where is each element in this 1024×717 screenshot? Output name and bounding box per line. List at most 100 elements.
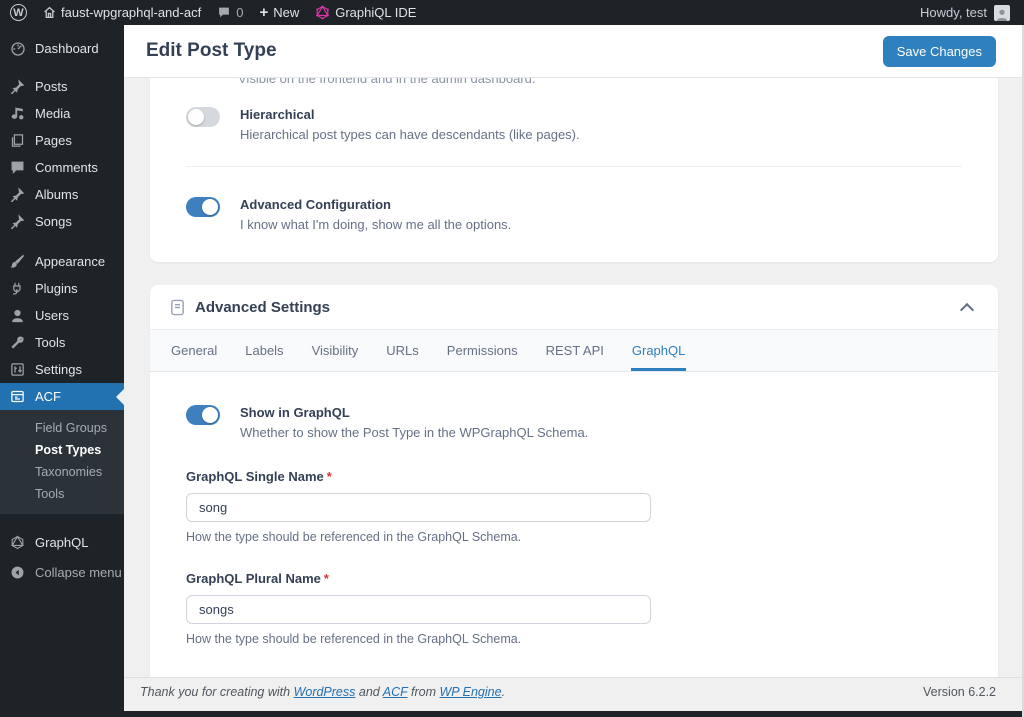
site-name-label: faust-wpgraphql-and-acf	[61, 5, 202, 20]
howdy-menu[interactable]: Howdy, test	[920, 5, 987, 20]
sidebar-item-settings[interactable]: Settings	[0, 356, 124, 383]
pin-icon	[9, 214, 26, 229]
hierarchical-toggle[interactable]	[186, 107, 220, 127]
advanced-configuration-toggle[interactable]	[186, 197, 220, 217]
graphql-plural-name-field: GraphQL Plural Name* How the type should…	[186, 571, 962, 646]
graphql-single-name-input[interactable]	[186, 493, 651, 522]
required-asterisk: *	[326, 469, 332, 484]
chevron-up-icon[interactable]	[959, 302, 975, 317]
submenu-item-taxonomies[interactable]: Taxonomies	[0, 461, 124, 483]
sidebar-item-collapse-menu[interactable]: Collapse menu	[0, 559, 124, 586]
submenu-item-tools[interactable]: Tools	[0, 483, 124, 505]
settings-icon	[9, 362, 26, 377]
tab-permissions[interactable]: Permissions	[446, 330, 519, 371]
sidebar-item-songs[interactable]: Songs	[0, 208, 124, 235]
sidebar-item-albums[interactable]: Albums	[0, 181, 124, 208]
sidebar-item-comments[interactable]: Comments	[0, 154, 124, 181]
comment-icon	[219, 7, 230, 18]
divider	[186, 166, 962, 167]
sidebar-item-label: Users	[35, 308, 69, 323]
media-icon	[9, 106, 26, 121]
hierarchical-description: Hierarchical post types can have descend…	[240, 127, 580, 142]
tab-rest-api[interactable]: REST API	[545, 330, 605, 371]
sidebar-item-label: Tools	[35, 335, 66, 350]
new-content-menu[interactable]: + New	[259, 5, 299, 20]
sidebar-item-label: Collapse menu	[35, 565, 122, 580]
home-icon	[44, 6, 55, 19]
sidebar-item-label: Albums	[35, 187, 79, 202]
sidebar-item-acf[interactable]: ACF	[0, 383, 124, 410]
sidebar-item-tools[interactable]: Tools	[0, 329, 124, 356]
sidebar-item-appearance[interactable]: Appearance	[0, 248, 124, 275]
sidebar-item-posts[interactable]: Posts	[0, 73, 124, 100]
acf-link[interactable]: ACF	[383, 685, 408, 699]
advanced-configuration-description: I know what I'm doing, show me all the o…	[240, 217, 512, 232]
sidebar-item-label: Media	[35, 106, 71, 121]
comments-icon	[9, 160, 26, 175]
dashboard-icon	[9, 41, 26, 57]
plugins-icon	[9, 281, 26, 296]
advanced-settings-header[interactable]: Advanced Settings	[150, 285, 998, 329]
tab-labels[interactable]: Labels	[244, 330, 284, 371]
wordpress-logo-menu[interactable]: W	[10, 4, 27, 21]
graphql-single-name-label: GraphQL Single Name *	[186, 469, 332, 484]
wpengine-link[interactable]: WP Engine	[440, 685, 502, 699]
sidebar-item-label: Plugins	[35, 281, 78, 296]
footer-thanks: Thank you for creating with WordPress an…	[140, 685, 506, 699]
graphiql-label: GraphiQL IDE	[335, 5, 417, 20]
tools-icon	[9, 335, 26, 350]
page-header: Edit Post Type Save Changes	[124, 25, 1022, 78]
sidebar-item-users[interactable]: Users	[0, 302, 124, 329]
comments-count: 0	[236, 5, 244, 20]
sidebar-item-label: Songs	[35, 214, 72, 229]
sidebar-item-plugins[interactable]: Plugins	[0, 275, 124, 302]
hierarchical-label: Hierarchical	[240, 107, 315, 122]
sidebar-item-pages[interactable]: Pages	[0, 127, 124, 154]
graphiql-ide-menu[interactable]: GraphiQL IDE	[315, 5, 416, 20]
submenu-item-post-types[interactable]: Post Types	[0, 439, 124, 461]
wordpress-link[interactable]: WordPress	[294, 685, 356, 699]
advanced-settings-card: Advanced Settings General Labels Visibil…	[150, 285, 998, 683]
sidebar-item-graphql[interactable]: GraphQL	[0, 529, 124, 556]
tab-urls[interactable]: URLs	[385, 330, 420, 371]
sidebar-item-label: Settings	[35, 362, 82, 377]
graphql-single-name-help: How the type should be referenced in the…	[186, 530, 522, 544]
users-icon	[9, 308, 26, 323]
advanced-configuration-label: Advanced Configuration	[240, 197, 391, 212]
document-settings-icon	[171, 299, 184, 316]
clipped-public-description: Visible on the frontend and in the admin…	[238, 78, 536, 86]
collapse-menu-icon	[9, 565, 26, 580]
show-in-graphql-row: Show in GraphQL Whether to show the Post…	[186, 405, 962, 440]
tab-general[interactable]: General	[170, 330, 218, 371]
avatar[interactable]	[994, 4, 1010, 21]
graphql-icon	[9, 535, 26, 550]
sidebar-item-media[interactable]: Media	[0, 100, 124, 127]
show-in-graphql-label: Show in GraphQL	[240, 405, 350, 420]
sidebar-item-label: Comments	[35, 160, 98, 175]
sidebar-item-dashboard[interactable]: Dashboard	[0, 35, 124, 62]
appearance-icon	[9, 254, 26, 269]
advanced-settings-title: Advanced Settings	[195, 299, 331, 316]
admin-bar: W faust-wpgraphql-and-acf 0 + New Graphi…	[0, 0, 1024, 25]
admin-sidebar: Dashboard Posts Media Pages Comments Alb…	[0, 25, 124, 717]
tab-visibility[interactable]: Visibility	[311, 330, 360, 371]
advanced-configuration-row: Advanced Configuration I know what I'm d…	[186, 197, 962, 232]
comments-menu[interactable]: 0	[217, 5, 243, 20]
sidebar-item-label: Dashboard	[35, 41, 99, 56]
window-bottom-strip	[0, 711, 1024, 717]
new-label: New	[273, 5, 300, 20]
footer-version: Version 6.2.2	[923, 685, 996, 699]
save-changes-button[interactable]: Save Changes	[882, 35, 996, 67]
required-asterisk: *	[323, 571, 329, 586]
page-title: Edit Post Type	[146, 40, 277, 61]
graphql-plural-name-input[interactable]	[186, 595, 651, 624]
tab-graphql[interactable]: GraphQL	[630, 330, 687, 371]
acf-icon	[9, 389, 26, 404]
graphql-plural-name-help: How the type should be referenced in the…	[186, 632, 522, 646]
show-in-graphql-toggle[interactable]	[186, 405, 220, 425]
scroll-area[interactable]: Visible on the frontend and in the admin…	[124, 78, 1022, 683]
submenu-item-field-groups[interactable]: Field Groups	[0, 417, 124, 439]
pages-icon	[9, 133, 26, 148]
admin-footer: Thank you for creating with WordPress an…	[124, 677, 1022, 706]
site-name-menu[interactable]: faust-wpgraphql-and-acf	[43, 5, 201, 20]
